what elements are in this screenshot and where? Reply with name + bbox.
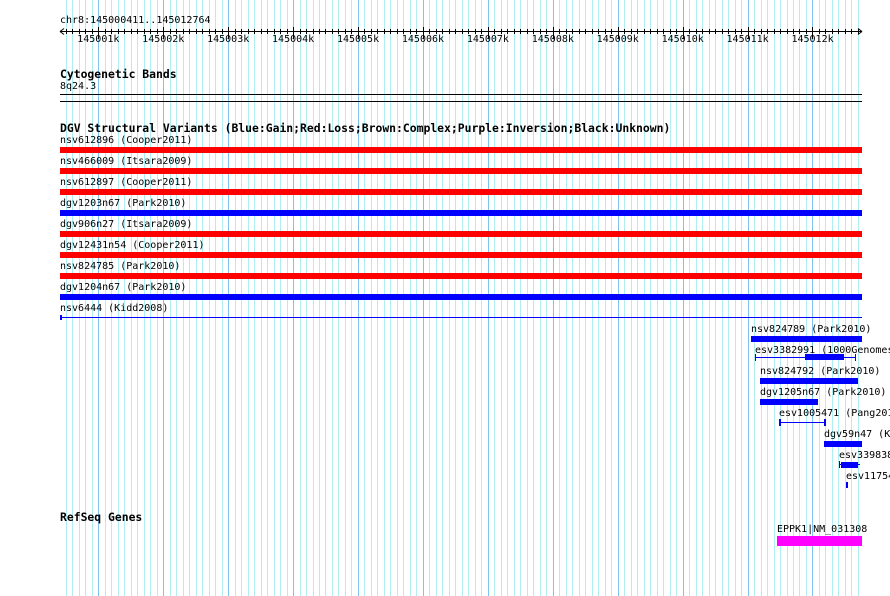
feature-line[interactable] [779, 422, 825, 423]
cytoband-line [60, 94, 862, 95]
track-divider [60, 101, 862, 102]
feature-label: dgv1203n67 (Park2010) [60, 198, 187, 209]
feature-bar[interactable] [60, 168, 862, 174]
feature-label: nsv466009 (Itsara2009) [60, 156, 193, 167]
feature-end-tick [855, 354, 856, 361]
feature-label: esv11754 [846, 471, 890, 482]
feature-end-tick [779, 419, 781, 426]
feature-end-tick [824, 419, 826, 426]
ruler-tick-label: 145012k [791, 34, 834, 45]
feature-label: nsv824792 (Park2010) [760, 366, 881, 377]
ruler-tick-label: 145005k [336, 34, 380, 45]
ruler-tick-label: 145007k [466, 34, 509, 45]
cytoband-track-title[interactable]: Cytogenetic Bands [60, 68, 177, 80]
feature-label: nsv824789 (Park2010) [751, 324, 872, 335]
dgv-track-title[interactable]: DGV Structural Variants (Blue:Gain;Red:L… [60, 122, 670, 134]
ruler-tick-label: 145010k [661, 34, 704, 45]
feature-label: nsv612896 (Cooper2011) [60, 135, 193, 146]
feature-label: dgv59n47 (K [824, 429, 890, 440]
feature-label: dgv1205n67 (Park2010) [760, 387, 887, 398]
feature-bar[interactable] [760, 378, 858, 384]
feature-bar[interactable] [805, 354, 844, 360]
feature-end-tick [755, 354, 756, 361]
feature-bar[interactable] [60, 231, 862, 237]
refseq-track-title[interactable]: RefSeq Genes [60, 511, 142, 523]
ruler-tick-label: 145002k [142, 34, 185, 45]
feature-bar[interactable] [751, 336, 862, 342]
cytoband-label: 8q24.3 [60, 81, 97, 92]
ruler-tick-label: 145009k [596, 34, 639, 45]
ruler-tick-label: 145003k [207, 34, 250, 45]
feature-label: dgv12431n54 (Cooper2011) [60, 240, 205, 251]
feature-label: nsv612897 (Cooper2011) [60, 177, 193, 188]
gene-label: EPPK1|NM_031308 [777, 524, 868, 535]
ruler-tick-label: 145006k [401, 34, 445, 45]
ruler-tick-label: 145011k [726, 34, 769, 45]
ruler-tick-label: 145001k [77, 34, 120, 45]
feature-bar[interactable] [760, 399, 818, 405]
feature-bar[interactable] [60, 147, 862, 153]
feature-label: esv1005471 (Pang201 [779, 408, 890, 419]
feature-bar[interactable] [841, 462, 858, 468]
ruler-tick-label: 145004k [272, 34, 315, 45]
gene-bar[interactable] [777, 536, 862, 546]
feature-bar[interactable] [60, 189, 862, 195]
feature-bar[interactable] [824, 441, 862, 447]
feature-label: nsv6444 (Kidd2008) [60, 303, 169, 314]
feature-end-tick [839, 461, 840, 468]
feature-bar[interactable] [60, 252, 862, 258]
feature-label: dgv906n27 (Itsara2009) [60, 219, 193, 230]
feature-bar[interactable] [60, 294, 862, 300]
feature-line[interactable] [60, 317, 862, 318]
ruler-tick-label: 145008k [531, 34, 574, 45]
feature-bar[interactable] [846, 482, 848, 488]
feature-label: nsv824785 (Park2010) [60, 261, 181, 272]
feature-label: esv339838 [839, 450, 890, 461]
feature-bar[interactable] [60, 210, 862, 216]
feature-bar[interactable] [60, 273, 862, 279]
feature-label: dgv1204n67 (Park2010) [60, 282, 187, 293]
